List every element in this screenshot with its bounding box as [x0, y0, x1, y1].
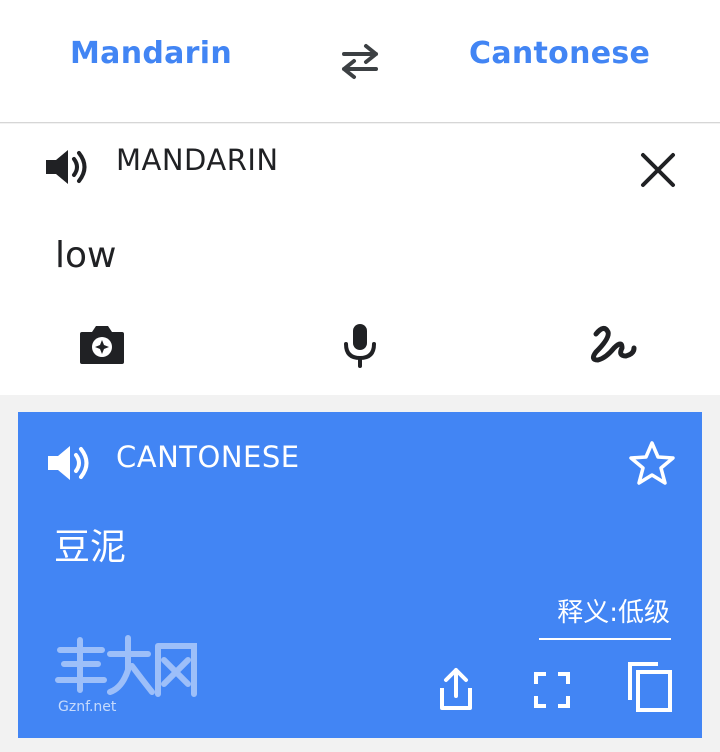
- source-language-label: MANDARIN: [116, 143, 279, 177]
- translated-text: 豆泥: [54, 527, 127, 568]
- microphone-icon[interactable]: [340, 322, 380, 368]
- gloss-annotation: 释义:低级: [557, 598, 670, 628]
- gloss-underline: [539, 638, 671, 640]
- handwriting-icon[interactable]: [584, 322, 640, 368]
- speaker-icon[interactable]: [44, 148, 90, 186]
- watermark-text: Gznf.net: [58, 699, 117, 715]
- target-language-label: CANTONESE: [116, 440, 300, 474]
- copy-icon[interactable]: [626, 660, 674, 714]
- source-text[interactable]: low: [55, 235, 116, 276]
- star-outline-icon[interactable]: [628, 440, 676, 486]
- target-language-button[interactable]: Cantonese: [469, 36, 650, 71]
- fullscreen-icon[interactable]: [532, 670, 572, 710]
- source-language-button[interactable]: Mandarin: [70, 36, 232, 71]
- close-icon[interactable]: [636, 148, 680, 192]
- speaker-icon[interactable]: [46, 444, 92, 482]
- swap-arrows-icon[interactable]: [336, 41, 384, 81]
- translation-card: CANTONESE 豆泥 释义:低级 Gznf.net: [18, 412, 702, 738]
- language-bar: Mandarin Cantonese: [0, 0, 720, 123]
- watermark-logo-icon: [55, 635, 197, 697]
- camera-icon[interactable]: [78, 322, 126, 366]
- share-icon[interactable]: [436, 666, 476, 712]
